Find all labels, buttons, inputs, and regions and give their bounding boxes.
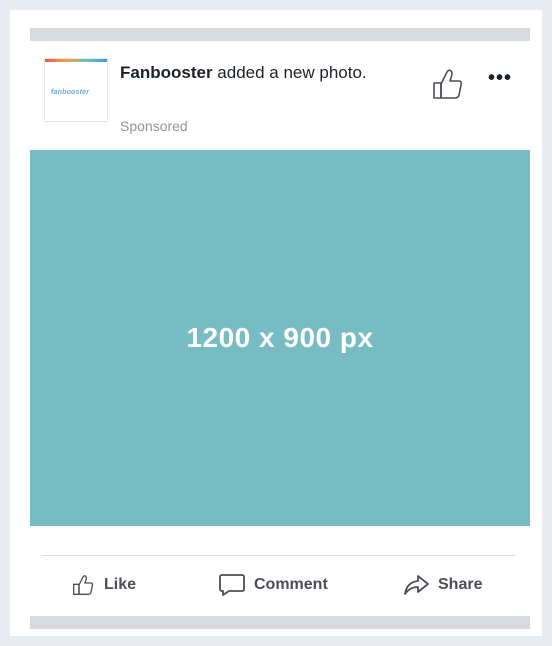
thumbs-up-icon <box>73 575 94 595</box>
actions-divider <box>42 555 516 556</box>
like-label: Like <box>104 576 137 593</box>
page-avatar[interactable]: fanbooster <box>44 58 108 122</box>
comment-bubble-icon <box>219 574 245 596</box>
avatar-logo-text: fanbooster <box>51 89 90 96</box>
sponsored-label[interactable]: Sponsored <box>120 118 188 134</box>
photo-size-label: 1200 x 900 px <box>186 322 374 353</box>
share-label: Share <box>438 576 483 593</box>
comment-label: Comment <box>254 576 328 593</box>
comment-button[interactable]: Comment <box>218 570 328 600</box>
bottom-placeholder-bar <box>30 616 530 629</box>
top-placeholder-bar <box>30 28 530 41</box>
post-photo[interactable]: 1200 x 900 px <box>30 150 530 526</box>
share-arrow-icon <box>404 575 429 595</box>
share-button[interactable]: Share <box>402 570 482 600</box>
post-author-link[interactable]: Fanbooster <box>120 63 213 82</box>
like-page-icon[interactable] <box>428 66 464 102</box>
avatar-color-bar <box>45 59 107 62</box>
more-options-icon[interactable]: ••• <box>488 68 512 88</box>
like-button[interactable]: Like <box>70 570 136 600</box>
post-title: Fanbooster added a new photo. <box>120 62 390 84</box>
post-action-text: added a new photo. <box>212 63 367 82</box>
post-card: fanbooster Fanbooster added a new photo.… <box>10 10 542 636</box>
